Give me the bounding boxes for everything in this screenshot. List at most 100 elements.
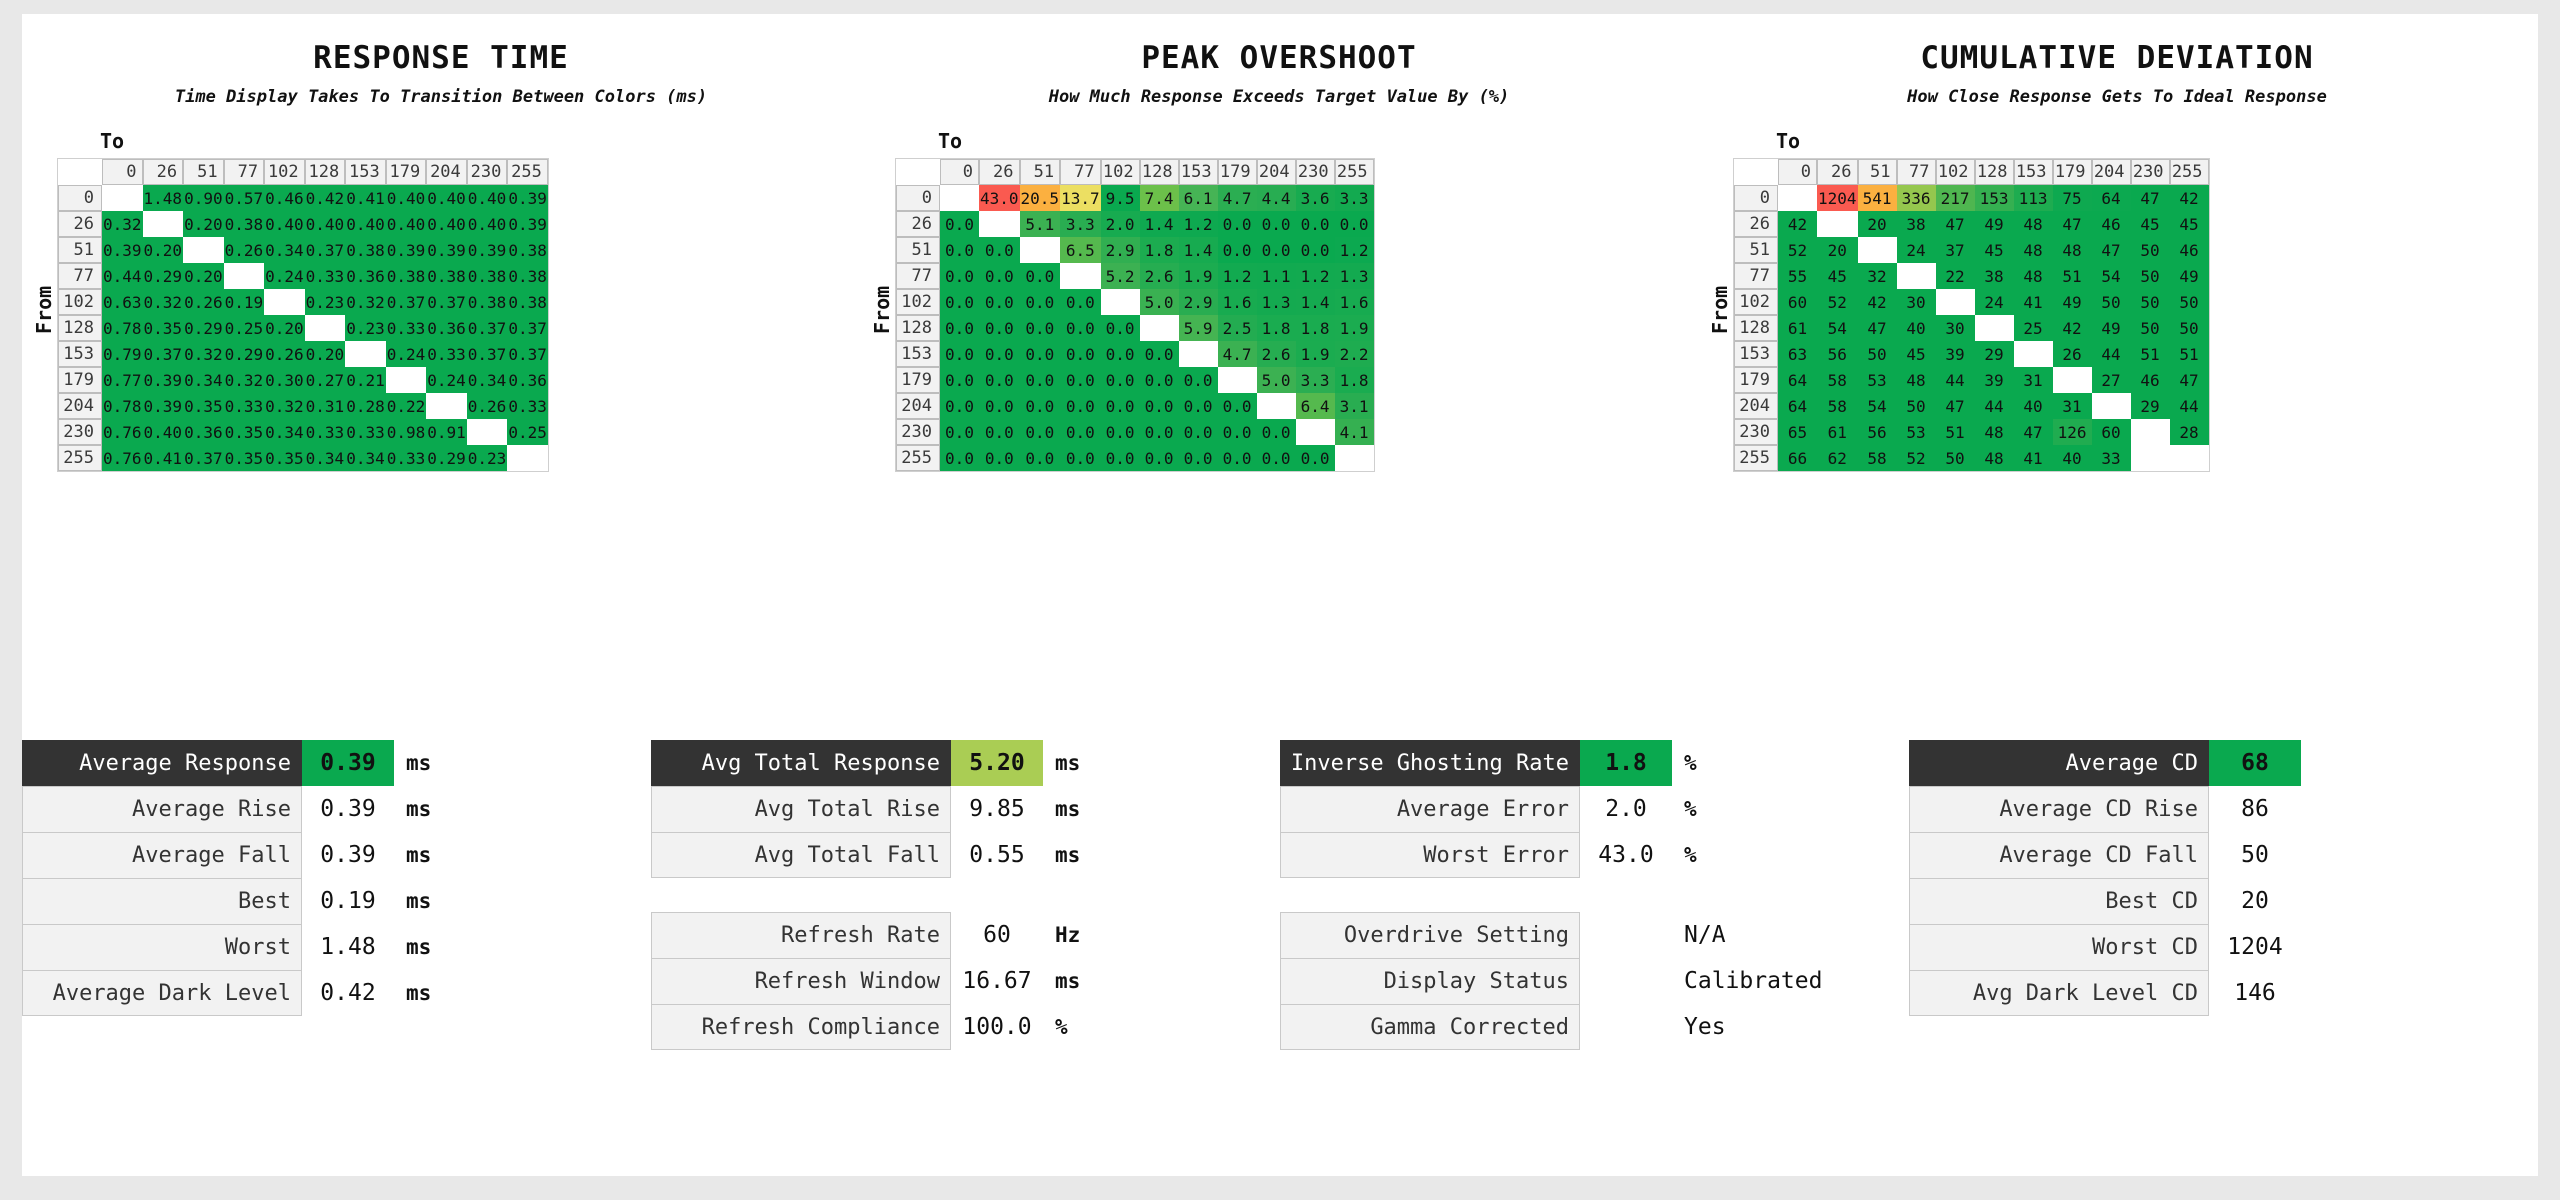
heatmap-cell[interactable]: 51	[2130, 341, 2170, 367]
heatmap-cell[interactable]: 0.0	[1217, 445, 1257, 471]
heatmap-cell[interactable]: 47	[1935, 211, 1975, 237]
heatmap-cell[interactable]: 5.0	[1256, 367, 1296, 393]
heatmap-cell[interactable]: 0.0	[1060, 419, 1101, 445]
heatmap-cell[interactable]: 0.0	[1178, 445, 1218, 471]
heatmap-cell[interactable]: 47	[2130, 185, 2170, 211]
heatmap-cell[interactable]: 0.37	[507, 341, 548, 367]
heatmap-cell[interactable]: 48	[1974, 419, 2014, 445]
heatmap-cell[interactable]: 0.32	[264, 393, 305, 419]
heatmap-cell[interactable]: 58	[1817, 393, 1858, 419]
heatmap-cell[interactable]: 1.2	[1295, 263, 1335, 289]
heatmap-cell[interactable]: 52	[1778, 237, 1817, 263]
heatmap-cell[interactable]: 0.25	[507, 419, 548, 445]
heatmap-cell[interactable]: 0.27	[304, 367, 346, 393]
heatmap-cell[interactable]: 0.36	[426, 315, 467, 341]
heatmap-cell[interactable]: 50	[1896, 393, 1936, 419]
heatmap-cell[interactable]: 0.39	[426, 237, 467, 263]
heatmap-cell[interactable]: 47	[2169, 367, 2209, 393]
heatmap-cell[interactable]: 20	[1857, 211, 1897, 237]
heatmap-cell[interactable]: 1.9	[1295, 341, 1335, 367]
heatmap-cell[interactable]: 47	[2013, 419, 2053, 445]
heatmap-cell[interactable]: 2.9	[1100, 237, 1140, 263]
heatmap-cell[interactable]: 39	[1935, 341, 1975, 367]
heatmap-cell[interactable]: 4.4	[1256, 185, 1296, 211]
heatmap-cell[interactable]: 46	[2169, 237, 2209, 263]
heatmap-cell[interactable]: 38	[1974, 263, 2014, 289]
heatmap-cell[interactable]: 1.8	[1334, 367, 1374, 393]
heatmap-cell[interactable]: 61	[1817, 419, 1858, 445]
heatmap-cell[interactable]: 48	[1974, 445, 2014, 471]
heatmap-cell[interactable]: 40	[1896, 315, 1936, 341]
heatmap-cell[interactable]: 37	[1935, 237, 1975, 263]
heatmap-cell[interactable]: 0.41	[345, 185, 386, 211]
heatmap-cell[interactable]: 0.33	[426, 341, 467, 367]
heatmap-cell[interactable]: 4.7	[1217, 185, 1257, 211]
heatmap-cell[interactable]: 42	[1778, 211, 1817, 237]
heatmap-cell[interactable]: 0.0	[940, 263, 979, 289]
heatmap-cell[interactable]: 153	[1974, 185, 2014, 211]
heatmap-cell[interactable]: 0.0	[940, 419, 979, 445]
heatmap-cell[interactable]: 0.38	[507, 289, 548, 315]
heatmap-cell[interactable]: 20	[1817, 237, 1858, 263]
heatmap-cell[interactable]: 1.9	[1178, 263, 1218, 289]
heatmap-cell[interactable]: 0.0	[940, 393, 979, 419]
heatmap-cell[interactable]: 1.2	[1178, 211, 1218, 237]
heatmap-cell[interactable]: 0.0	[940, 341, 979, 367]
heatmap-cell[interactable]: 3.3	[1295, 367, 1335, 393]
heatmap-cell[interactable]: 0.63	[102, 289, 143, 315]
heatmap-cell[interactable]: 0.76	[102, 419, 143, 445]
heatmap-cell[interactable]: 0.38	[507, 237, 548, 263]
heatmap-cell[interactable]: 0.35	[223, 445, 265, 471]
heatmap-cell[interactable]: 0.30	[264, 367, 305, 393]
heatmap-cell[interactable]: 42	[2169, 185, 2209, 211]
heatmap-cell[interactable]: 0.0	[1178, 393, 1218, 419]
heatmap-cell[interactable]: 0.33	[304, 419, 346, 445]
heatmap-cell[interactable]: 0.0	[1334, 211, 1374, 237]
heatmap-cell[interactable]: 32	[1857, 263, 1897, 289]
heatmap-cell[interactable]: 54	[2091, 263, 2131, 289]
heatmap-cell[interactable]: 47	[1935, 393, 1975, 419]
heatmap-cell[interactable]: 0.40	[264, 211, 305, 237]
heatmap-cell[interactable]: 29	[1974, 341, 2014, 367]
heatmap-cell[interactable]: 0.38	[345, 237, 386, 263]
heatmap-cell[interactable]: 0.0	[1295, 211, 1335, 237]
heatmap-cell[interactable]: 0.20	[183, 211, 224, 237]
heatmap-cell[interactable]: 0.0	[1178, 367, 1218, 393]
heatmap-cell[interactable]: 0.77	[102, 367, 143, 393]
heatmap-cell[interactable]: 0.33	[223, 393, 265, 419]
heatmap-cell[interactable]: 0.20	[142, 237, 184, 263]
heatmap-cell[interactable]: 0.37	[142, 341, 184, 367]
heatmap-cell[interactable]: 0.23	[466, 445, 508, 471]
heatmap-cell[interactable]: 56	[1857, 419, 1897, 445]
heatmap-cell[interactable]: 0.38	[426, 263, 467, 289]
heatmap-cell[interactable]: 0.40	[345, 211, 386, 237]
heatmap-cell[interactable]: 0.35	[142, 315, 184, 341]
heatmap-cell[interactable]: 336	[1896, 185, 1936, 211]
heatmap-cell[interactable]: 0.0	[940, 289, 979, 315]
heatmap-cell[interactable]: 3.1	[1334, 393, 1374, 419]
heatmap-cell[interactable]: 30	[1935, 315, 1975, 341]
heatmap-cell[interactable]: 53	[1857, 367, 1897, 393]
heatmap-cell[interactable]: 51	[2052, 263, 2092, 289]
heatmap-cell[interactable]: 0.35	[183, 393, 224, 419]
heatmap-cell[interactable]: 24	[1974, 289, 2014, 315]
heatmap-cell[interactable]: 0.29	[183, 315, 224, 341]
heatmap-cell[interactable]: 0.91	[426, 419, 467, 445]
heatmap-cell[interactable]: 45	[1896, 341, 1936, 367]
heatmap-cell[interactable]: 0.0	[979, 445, 1020, 471]
heatmap-cell[interactable]: 1.4	[1178, 237, 1218, 263]
heatmap-cell[interactable]: 0.0	[979, 419, 1020, 445]
heatmap-cell[interactable]: 1.6	[1217, 289, 1257, 315]
heatmap-cell[interactable]: 0.0	[1060, 445, 1101, 471]
heatmap-cell[interactable]: 0.0	[1100, 393, 1140, 419]
heatmap-cell[interactable]: 75	[2052, 185, 2092, 211]
heatmap-cell[interactable]: 44	[2169, 393, 2209, 419]
heatmap-cell[interactable]: 0.37	[466, 341, 508, 367]
heatmap-cell[interactable]: 22	[1935, 263, 1975, 289]
heatmap-cell[interactable]: 0.0	[1256, 445, 1296, 471]
heatmap-cell[interactable]: 217	[1935, 185, 1975, 211]
heatmap-cell[interactable]: 0.35	[264, 445, 305, 471]
heatmap-cell[interactable]: 0.0	[979, 341, 1020, 367]
heatmap-cell[interactable]: 0.24	[385, 341, 427, 367]
heatmap-cell[interactable]: 0.41	[142, 445, 184, 471]
